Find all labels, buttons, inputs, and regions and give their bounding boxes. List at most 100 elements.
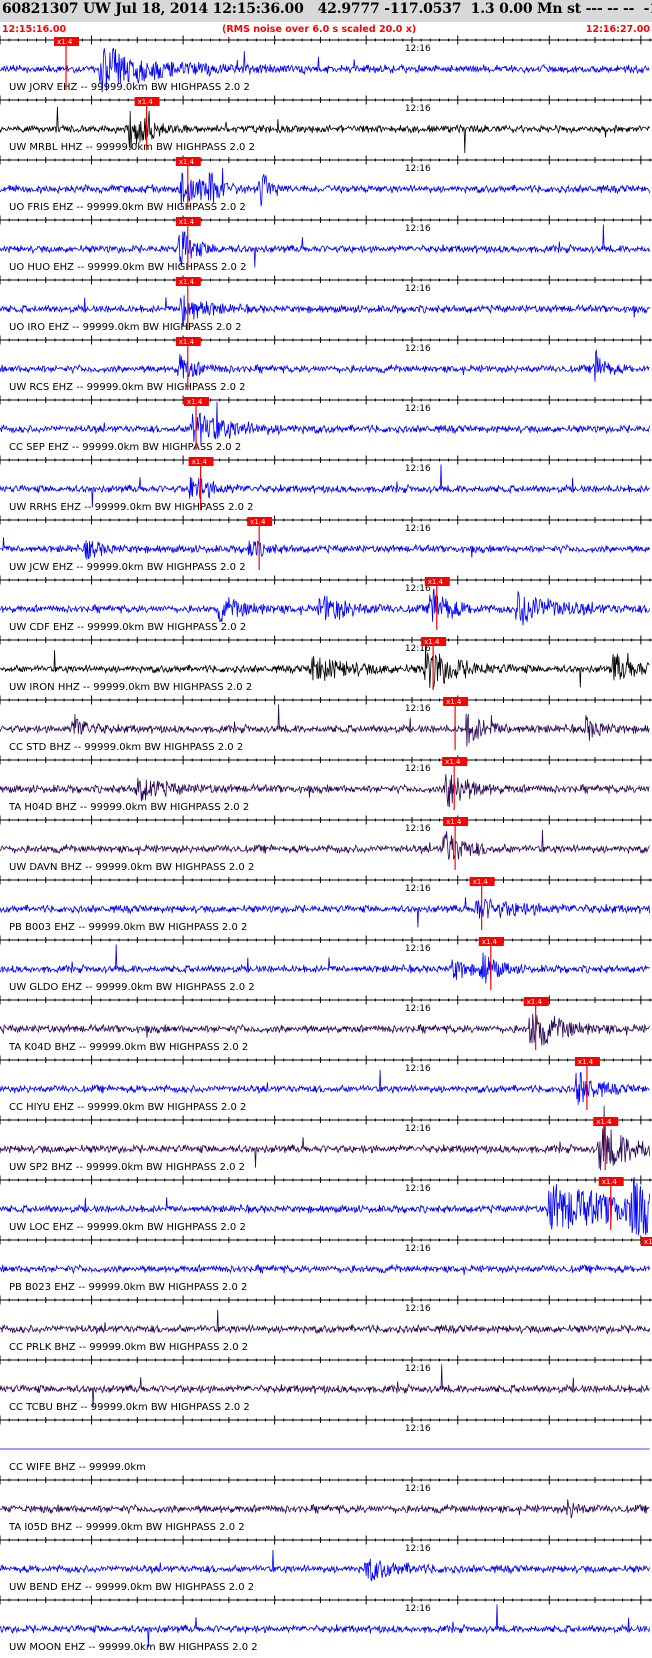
channel-label: UW RRHS EHZ -- 99999.0km BW HIGHPASS 2.0… <box>9 502 254 513</box>
waveform-trace <box>0 1263 650 1276</box>
pick-label: x1.4 <box>446 698 462 706</box>
waveform-trace <box>0 704 650 747</box>
pick-label: x1.4 <box>602 1178 618 1186</box>
waveform-trace <box>0 167 650 207</box>
channel-label: UW JCW EHZ -- 99999.0km BW HIGHPASS 2.0 … <box>9 562 246 573</box>
tick-time-label: 12:16 <box>405 704 431 714</box>
pick-label: x1.4 <box>187 398 203 406</box>
phase-pick: x1.4 <box>247 517 273 570</box>
tick-time-label: 12:16 <box>405 404 431 414</box>
pick-label: x1.4 <box>57 38 73 46</box>
channel-row: 12:16 UW MOON EHZ -- 99999.0km BW HIGHPAS… <box>0 1595 652 1653</box>
seismogram-plot: 12:16 UW JORV EHZ -- 99999.0km BW HIGHPAS… <box>0 35 652 1653</box>
channel-label: UW LOC EHZ -- 99999.0km BW HIGHPASS 2.0 … <box>9 1222 246 1233</box>
channel-row: 12:16 TA K04D BHZ -- 99999.0km BW HIGHPAS… <box>0 995 652 1053</box>
pick-label: x1.4 <box>482 938 498 946</box>
tick-time-label: 12:16 <box>405 44 431 54</box>
waveform-trace <box>0 224 650 268</box>
tick-time-label: 12:16 <box>405 764 431 774</box>
tick-time-label: 12:16 <box>405 164 431 174</box>
pick-label: x1.4 <box>596 1118 612 1126</box>
channel-row: 12:16 UW DAVN BHZ -- 99999.0km BW HIGHPAS… <box>0 815 652 873</box>
channel-row: 12:16 UW RRHS EHZ -- 99999.0km BW HIGHPAS… <box>0 455 652 513</box>
channel-row: 12:16 CC HIYU EHZ -- 99999.0km BW HIGHPAS… <box>0 1055 652 1113</box>
waveform-trace <box>0 944 650 984</box>
channel-row: 12:16 UW JORV EHZ -- 99999.0km BW HIGHPAS… <box>0 35 652 93</box>
channel-row: 12:16 CC SEP EHZ -- 99999.0km BW HIGHPASS… <box>0 395 652 453</box>
channel-row: 12:16 TA H04D BHZ -- 99999.0km BW HIGHPAS… <box>0 755 652 813</box>
waveform-trace <box>0 1013 650 1046</box>
pick-label: x1.4 <box>527 998 543 1006</box>
tick-time-label: 12:16 <box>405 1364 431 1374</box>
tick-time-label: 12:16 <box>405 1124 431 1134</box>
channel-row: 12:16 PB B023 EHZ -- 99999.0km BW HIGHPAS… <box>0 1235 652 1293</box>
waveform-trace <box>0 1604 650 1648</box>
channel-row: 12:16 CC STD BHZ -- 99999.0km BW HIGHPASS… <box>0 695 652 753</box>
tick-time-label: 12:16 <box>405 1544 431 1554</box>
channel-row: 12:16 TA I05D BHZ -- 99999.0km BW HIGHPAS… <box>0 1475 652 1533</box>
pick-label: x1.4 <box>179 278 195 286</box>
channel-label: TA H04D BHZ -- 99999.0km BW HIGHPASS 2.0… <box>8 802 249 813</box>
channel-label: UW JORV EHZ -- 99999.0km BW HIGHPASS 2.0… <box>9 82 250 93</box>
waveform-trace <box>0 1105 650 1171</box>
channel-label: UW GLDO EHZ -- 99999.0km BW HIGHPASS 2.0… <box>9 982 255 993</box>
pick-label: x1.4 <box>138 98 154 106</box>
channel-row: 12:16 UO FRIS EHZ -- 99999.0km BW HIGHPAS… <box>0 155 652 213</box>
channel-label: UO HUO EHZ -- 99999.0km BW HIGHPASS 2.0 … <box>9 262 246 273</box>
tick-time-label: 12:16 <box>405 524 431 534</box>
pick-label: x1.4 <box>179 218 195 226</box>
pick-label: x1.4 <box>192 458 208 466</box>
channel-row: 12:16UW IRON HHZ -- 99999.0km BW HIGHPAS… <box>0 635 652 693</box>
channel-row: 12:16 UW JCW EHZ -- 99999.0km BW HIGHPASS… <box>0 515 652 573</box>
waveform-trace <box>0 401 650 444</box>
waveform-trace <box>0 1549 650 1582</box>
pick-label: x1.4 <box>428 578 444 586</box>
phase-pick: x1.4 <box>442 757 468 810</box>
channel-label: UW RCS EHZ -- 99999.0km BW HIGHPASS 2.0 … <box>9 382 246 393</box>
tick-time-label: 12:16 <box>405 1304 431 1314</box>
channel-row: 12:16 UW MRBL HHZ -- 99999.0km BW HIGHPAS… <box>0 95 652 154</box>
channel-label: UW BEND EHZ -- 99999.0km BW HIGHPASS 2.0… <box>9 1582 254 1593</box>
channel-row: 12:16 UW SP2 BHZ -- 99999.0km BW HIGHPASS… <box>0 1105 652 1173</box>
channel-label: CC TCBU BHZ -- 99999.0km BW HIGHPASS 2.0… <box>9 1402 250 1413</box>
channel-row: 12:16 PB B003 EHZ -- 99999.0km BW HIGHPAS… <box>0 875 652 933</box>
channel-label: CC SEP EHZ -- 99999.0km BW HIGHPASS 2.0 … <box>9 442 241 453</box>
waveform-trace <box>0 537 650 560</box>
channel-row: 12:16 CC PRLK BHZ -- 99999.0km BW HIGHPAS… <box>0 1295 652 1353</box>
tick-time-label: 12:16 <box>405 224 431 234</box>
waveform-trace <box>0 349 650 382</box>
tick-time-label: 12:16 <box>405 344 431 354</box>
tick-time-label: 12:16 <box>405 824 431 834</box>
channel-row: 12:16 UW GLDO EHZ -- 99999.0km BW HIGHPAS… <box>0 935 652 993</box>
channel-row: 12:16 UO HUO EHZ -- 99999.0km BW HIGHPASS… <box>0 215 652 273</box>
pick-label: x1.4 <box>578 1058 594 1066</box>
phase-pick: x1.4 <box>598 1177 624 1230</box>
channel-label: UW DAVN BHZ -- 99999.0km BW HIGHPASS 2.0… <box>9 862 254 873</box>
channel-label: PB B003 EHZ -- 99999.0km BW HIGHPASS 2.0… <box>9 922 247 933</box>
waveform-trace <box>0 588 650 626</box>
channel-label: CC WIFE BHZ -- 99999.0km <box>9 1462 146 1473</box>
channel-label: PB B023 EHZ -- 99999.0km BW HIGHPASS 2.0… <box>9 1282 247 1293</box>
waveform-trace <box>0 1069 650 1105</box>
tick-time-label: 12:16 <box>405 1604 431 1614</box>
pick-label: x1.4 <box>644 1238 652 1246</box>
pick-label: x1.4 <box>473 878 489 886</box>
phase-pick: x1.4 <box>640 1237 652 1246</box>
pick-label: x1.4 <box>179 338 195 346</box>
channel-row: 12:16UW CDF EHZ -- 99999.0km BW HIGHPASS… <box>0 575 652 633</box>
channel-row: 12:16 CC WIFE BHZ -- 99999.0km <box>0 1415 652 1473</box>
tick-time-label: 12:16 <box>405 1484 431 1494</box>
channel-label: CC PRLK BHZ -- 99999.0km BW HIGHPASS 2.0… <box>9 1342 248 1353</box>
waveform-trace <box>0 1309 650 1335</box>
tick-time-label: 12:16 <box>405 1424 431 1434</box>
tick-time-label: 12:16 <box>405 1004 431 1014</box>
channel-label: UW SP2 BHZ -- 99999.0km BW HIGHPASS 2.0 … <box>9 1162 245 1173</box>
tick-time-label: 12:16 <box>405 884 431 894</box>
pick-label: x1.4 <box>446 818 462 826</box>
channel-row: 12:16 CC TCBU BHZ -- 99999.0km BW HIGHPAS… <box>0 1355 652 1413</box>
channel-label: UW MRBL HHZ -- 99999.0km BW HIGHPASS 2.0… <box>9 142 255 153</box>
tick-time-label: 12:16 <box>405 464 431 474</box>
pick-label: x1.4 <box>445 758 461 766</box>
channel-label: UO IRO EHZ -- 99999.0km BW HIGHPASS 2.0 … <box>9 322 242 333</box>
channel-label: CC HIYU EHZ -- 99999.0km BW HIGHPASS 2.0… <box>9 1102 246 1113</box>
